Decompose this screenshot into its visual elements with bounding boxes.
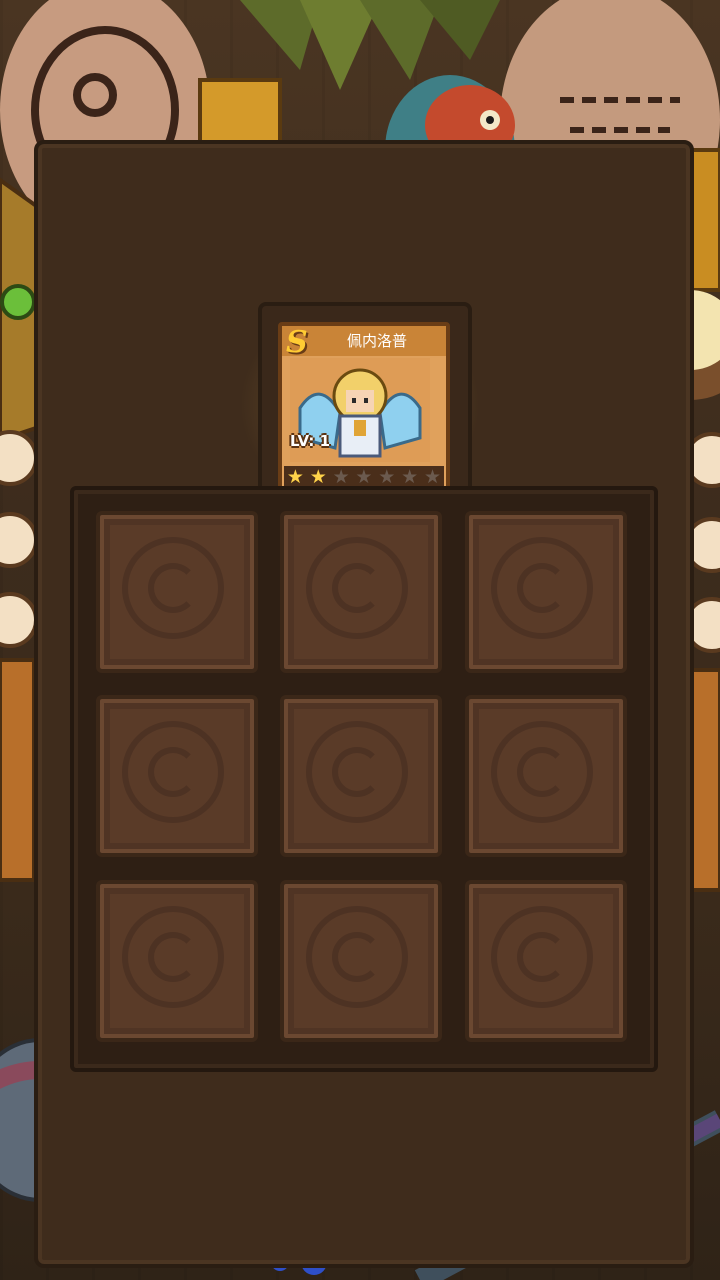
swirl-emblem-icon (491, 721, 593, 823)
empty-slot[interactable] (465, 880, 627, 1042)
star-empty-icon: ★ (378, 466, 396, 488)
rank-badge: S (286, 325, 308, 360)
swirl-emblem-icon (306, 906, 408, 1008)
game-scene: S 佩内洛普 LV: 1 ★ ★ ★ ★ ★ ★ ★ (0, 0, 720, 1280)
empty-slot[interactable] (280, 511, 442, 673)
star-empty-icon: ★ (355, 466, 373, 488)
empty-slot[interactable] (280, 880, 442, 1042)
empty-slot[interactable] (96, 511, 258, 673)
hero-level: LV: 1 (290, 432, 331, 450)
star-filled-icon: ★ (286, 466, 304, 488)
swirl-emblem-icon (491, 537, 593, 639)
star-filled-icon: ★ (309, 466, 327, 488)
empty-slot[interactable] (96, 695, 258, 857)
empty-slot[interactable] (465, 695, 627, 857)
star-empty-icon: ★ (332, 466, 350, 488)
hero-card[interactable]: S 佩内洛普 LV: 1 ★ ★ ★ ★ ★ ★ ★ (278, 322, 450, 494)
star-rating: ★ ★ ★ ★ ★ ★ ★ (284, 466, 444, 488)
star-empty-icon: ★ (401, 466, 419, 488)
swirl-emblem-icon (306, 537, 408, 639)
hero-name: 佩内洛普 (346, 332, 407, 350)
swirl-emblem-icon (122, 906, 224, 1008)
swirl-emblem-icon (306, 721, 408, 823)
star-empty-icon: ★ (423, 466, 441, 488)
empty-slot[interactable] (465, 511, 627, 673)
empty-slot[interactable] (96, 880, 258, 1042)
swirl-emblem-icon (491, 906, 593, 1008)
swirl-emblem-icon (122, 721, 224, 823)
empty-slot[interactable] (280, 695, 442, 857)
swirl-emblem-icon (122, 537, 224, 639)
